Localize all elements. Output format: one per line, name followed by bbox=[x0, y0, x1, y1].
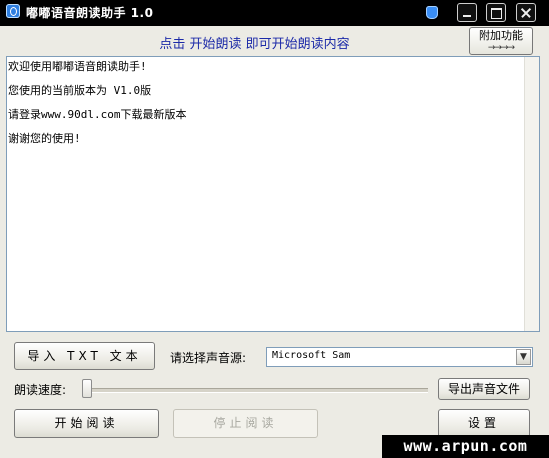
skin-icon[interactable] bbox=[426, 6, 438, 19]
window-title: 嘟嘟语音朗读助手 1.0 bbox=[26, 6, 154, 20]
start-hint: 点击 开始朗读 即可开始朗读内容 bbox=[159, 37, 350, 52]
speed-slider-track[interactable] bbox=[82, 388, 428, 393]
speed-slider-thumb[interactable] bbox=[82, 379, 92, 398]
settings-button[interactable]: 设置 bbox=[438, 409, 530, 438]
text-line: 请登录www.90dl.com下载最新版本 bbox=[8, 108, 187, 121]
arrow-right-icon: →→→→ bbox=[487, 43, 515, 53]
reading-text-area[interactable]: 欢迎使用嘟嘟语音朗读助手! 您使用的当前版本为 V1.0版 请登录www.90d… bbox=[6, 56, 540, 332]
close-button[interactable] bbox=[516, 3, 536, 22]
app-window: 嘟嘟语音朗读助手 1.0 点击 开始朗读 即可开始朗读内容 附加功能 →→→→ … bbox=[0, 0, 549, 458]
voice-source-value: Microsoft Sam bbox=[272, 350, 351, 361]
addon-features-label: 附加功能 bbox=[479, 29, 523, 42]
text-content: 欢迎使用嘟嘟语音朗读助手! 您使用的当前版本为 V1.0版 请登录www.90d… bbox=[8, 59, 523, 155]
export-audio-button[interactable]: 导出声音文件 bbox=[438, 378, 530, 400]
text-line: 您使用的当前版本为 V1.0版 bbox=[8, 84, 152, 97]
voice-source-label: 请选择声音源: bbox=[170, 351, 247, 365]
addon-features-button[interactable]: 附加功能 →→→→ bbox=[469, 27, 533, 55]
minimize-button[interactable] bbox=[457, 3, 477, 22]
title-bar[interactable]: 嘟嘟语音朗读助手 1.0 bbox=[0, 0, 549, 26]
watermark: www.arpun.com bbox=[382, 435, 549, 458]
speed-label: 朗读速度: bbox=[14, 383, 67, 397]
stop-reading-button[interactable]: 停止阅读 bbox=[173, 409, 318, 438]
text-line: 谢谢您的使用! bbox=[8, 132, 81, 145]
start-reading-button[interactable]: 开始阅读 bbox=[14, 409, 159, 438]
chevron-down-icon[interactable]: ▼ bbox=[516, 349, 531, 365]
maximize-button[interactable] bbox=[486, 3, 506, 22]
voice-source-select[interactable]: Microsoft Sam ▼ bbox=[266, 347, 533, 367]
text-line: 欢迎使用嘟嘟语音朗读助手! bbox=[8, 60, 147, 73]
vertical-scrollbar[interactable] bbox=[524, 57, 539, 331]
import-txt-button[interactable]: 导入 TXT 文本 bbox=[14, 342, 155, 370]
app-icon bbox=[6, 4, 20, 18]
